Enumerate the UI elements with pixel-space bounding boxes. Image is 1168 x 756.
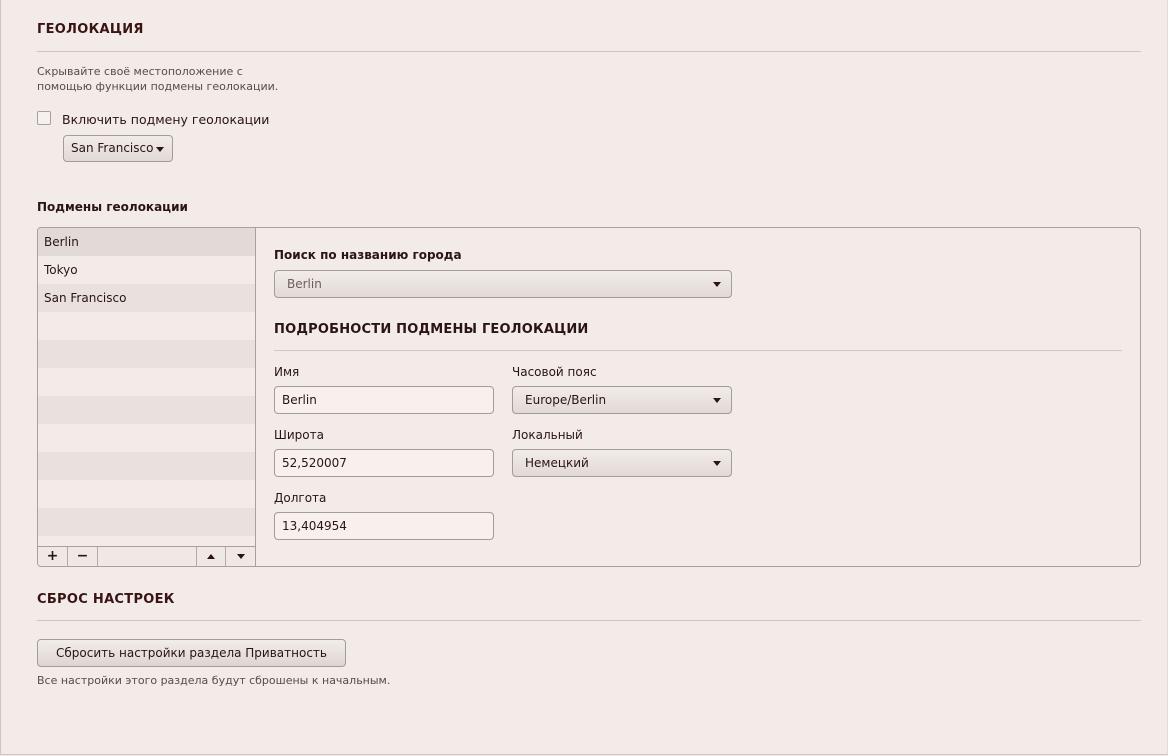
geolocation-description: Скрывайте своё местоположение с помощью … [37,64,278,94]
enable-geolocation-checkbox[interactable] [37,111,51,125]
list-row-empty [38,396,255,424]
overrides-list[interactable]: Berlin Tokyo San Francisco [38,228,256,564]
overrides-title: Подмены геолокации [37,200,188,214]
list-row-empty [38,480,255,508]
add-icon: + [46,548,59,564]
description-line: Скрывайте своё местоположение с [37,65,243,78]
name-label: Имя [274,365,300,379]
longitude-label: Долгота [274,491,327,505]
list-row-empty [38,340,255,368]
name-input[interactable]: Berlin [274,386,494,414]
remove-button[interactable]: − [68,547,98,566]
list-row-empty [38,368,255,396]
enable-geolocation-label[interactable]: Включить подмену геолокации [62,112,269,127]
city-search-label: Поиск по названию города [274,248,462,262]
move-down-button[interactable] [226,547,255,566]
list-row-empty [38,312,255,340]
latitude-input[interactable]: 52,520007 [274,449,494,477]
chevron-down-icon [713,282,721,287]
list-item[interactable]: Tokyo [38,256,255,284]
timezone-value: Europe/Berlin [525,393,607,407]
preset-select-value: San Francisco [71,141,154,155]
locale-select[interactable]: Немецкий [512,449,732,477]
description-line: помощью функции подмены геолокации. [37,80,279,93]
list-row-empty [38,424,255,452]
list-row-empty [38,508,255,536]
overrides-panel: Berlin Tokyo San Francisco + − Поиск по … [37,227,1141,567]
list-item[interactable]: San Francisco [38,284,255,312]
list-toolbar: + − [38,546,256,566]
chevron-down-icon [156,146,164,152]
geolocation-section-title: ГЕОЛОКАЦИЯ [37,22,144,37]
move-down-icon [236,553,245,559]
override-details: Поиск по названию города Berlin ПОДРОБНО… [256,228,1140,566]
move-up-button[interactable] [196,547,226,566]
latitude-label: Широта [274,428,324,442]
chevron-down-icon [713,398,721,403]
add-button[interactable]: + [38,547,68,566]
move-up-icon [207,553,215,559]
list-row-empty [38,452,255,480]
locale-value: Немецкий [525,456,589,470]
chevron-down-icon [713,461,721,466]
reset-privacy-button[interactable]: Сбросить настройки раздела Приватность [37,639,346,667]
divider [274,350,1122,351]
reset-note: Все настройки этого раздела будут сброше… [37,674,391,687]
city-search-value: Berlin [287,277,322,291]
longitude-input[interactable]: 13,404954 [274,512,494,540]
timezone-label: Часовой пояс [512,365,597,379]
remove-icon: − [76,548,89,564]
list-item[interactable]: Berlin [38,228,255,256]
geolocation-preset-select[interactable]: San Francisco [63,135,173,162]
city-search-select[interactable]: Berlin [274,270,732,298]
details-section-title: ПОДРОБНОСТИ ПОДМЕНЫ ГЕОЛОКАЦИИ [274,322,589,337]
timezone-select[interactable]: Europe/Berlin [512,386,732,414]
divider [37,51,1141,52]
reset-section-title: СБРОС НАСТРОЕК [37,592,175,607]
divider [37,620,1141,621]
locale-label: Локальный [512,428,583,442]
